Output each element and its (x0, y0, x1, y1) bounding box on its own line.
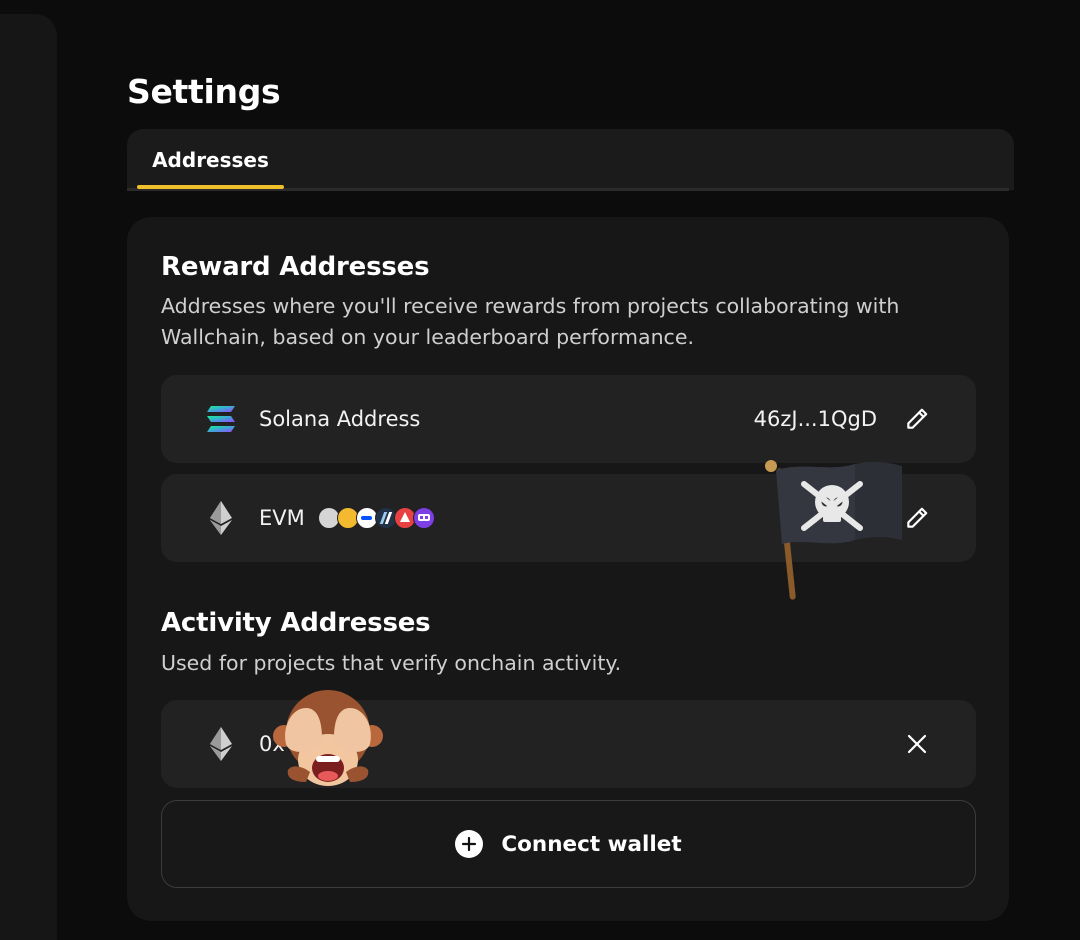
connect-wallet-button[interactable]: Connect wallet (161, 800, 976, 888)
solana-address-row: Solana Address 46zJ...1QgD (161, 375, 976, 463)
solana-address-value: 46zJ...1QgD (753, 407, 877, 431)
polygon-chain-icon (413, 507, 435, 529)
connect-wallet-label: Connect wallet (501, 831, 682, 857)
close-icon (907, 734, 927, 754)
supported-chains (318, 507, 438, 529)
tab-addresses[interactable]: Addresses (137, 129, 284, 190)
ethereum-icon (205, 500, 237, 536)
ethereum-icon (205, 726, 237, 762)
remove-activity-address-button[interactable] (902, 729, 932, 759)
activity-addresses-description: Used for projects that verify onchain ac… (161, 651, 622, 675)
activity-addresses-title: Activity Addresses (161, 608, 431, 638)
pirate-flag-emoji (765, 460, 902, 600)
plus-circle-icon (455, 830, 484, 858)
reward-addresses-description: Addresses where you'll receive rewards f… (161, 294, 900, 349)
page-title: Settings (127, 72, 281, 111)
see-no-evil-monkey-emoji (273, 690, 383, 786)
solana-icon (205, 401, 237, 437)
active-tab-indicator (137, 185, 284, 189)
edit-solana-address-button[interactable] (902, 404, 932, 434)
side-panel (0, 14, 57, 940)
reward-addresses-title: Reward Addresses (161, 252, 430, 282)
solana-address-label: Solana Address (259, 407, 421, 431)
evm-address-label: EVM (259, 506, 305, 530)
pencil-icon (907, 408, 928, 429)
